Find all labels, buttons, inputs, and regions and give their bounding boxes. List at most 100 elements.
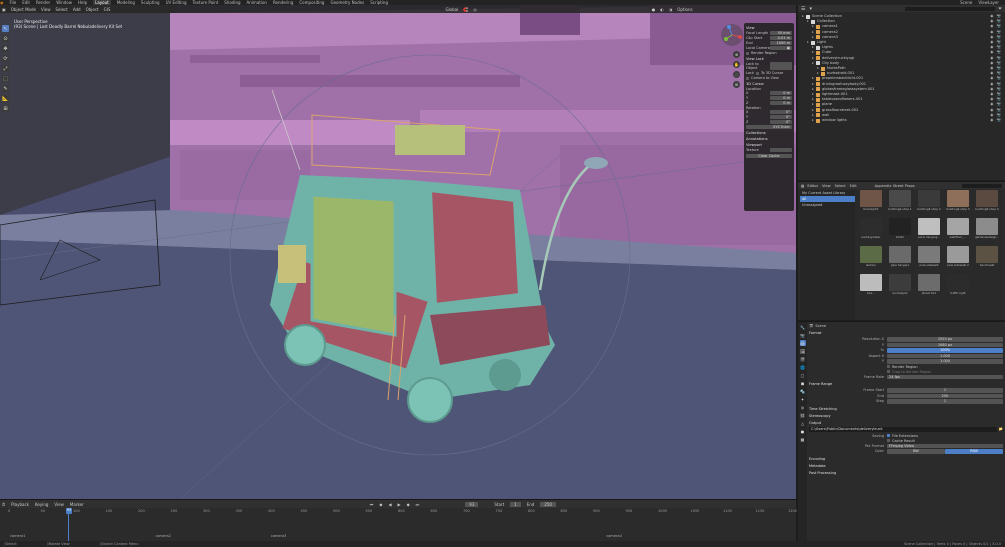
- output-panel-header[interactable]: Output: [809, 421, 1003, 425]
- mode-selector[interactable]: Object Mode: [11, 7, 36, 12]
- start-frame-field[interactable]: 1: [510, 501, 521, 507]
- add-cube-tool-icon[interactable]: ⊞: [2, 105, 9, 112]
- asset-tile[interactable]: building5-shop 4: [974, 190, 1000, 216]
- asset-tile[interactable]: bin01: [887, 218, 913, 244]
- frame-range-header[interactable]: Frame Range: [809, 382, 1003, 386]
- lock-object-field[interactable]: [770, 62, 792, 70]
- object-tab-icon[interactable]: ◼: [800, 380, 806, 386]
- asset-tile[interactable]: benchseat: [974, 246, 1000, 272]
- view-panel-header[interactable]: View: [746, 26, 792, 30]
- color-bw-button[interactable]: BW: [887, 449, 945, 454]
- pan-hand-icon[interactable]: ✋: [733, 61, 740, 68]
- marker-camera1[interactable]: camera1: [10, 534, 25, 538]
- shading-material-icon[interactable]: ◐: [660, 7, 664, 12]
- expand-arrow-icon[interactable]: ▸: [812, 35, 815, 40]
- menu-playback[interactable]: Playback: [11, 502, 29, 507]
- menu-select[interactable]: Select: [55, 7, 67, 12]
- cursor-panel-header[interactable]: 3D Cursor: [746, 82, 792, 86]
- annotate-tool-icon[interactable]: ✎: [2, 85, 9, 92]
- clear-cache-button[interactable]: Clear Cache: [746, 154, 792, 158]
- aspect-y-field[interactable]: 1.000: [887, 359, 1003, 364]
- asset-tile[interactable]: box...: [858, 274, 884, 300]
- outliner-editor-icon[interactable]: ☰: [801, 6, 805, 12]
- play-icon[interactable]: ▶: [398, 502, 401, 507]
- aspect-x-field[interactable]: 1.000: [887, 353, 1003, 358]
- cursor-y-field[interactable]: 0 m: [770, 96, 792, 100]
- move-tool-icon[interactable]: ✥: [2, 45, 9, 52]
- collections-header[interactable]: Collections: [746, 131, 792, 135]
- file-ext-checkbox[interactable]: [887, 434, 890, 437]
- prev-key-icon[interactable]: ◆: [379, 502, 382, 507]
- asset-tile[interactable]: building4-shop 3: [945, 190, 971, 216]
- timeline-editor[interactable]: ⏱ Playback Keying View Marker ⏮ ◆ ◀ ▶ ◆ …: [0, 499, 797, 541]
- measure-tool-icon[interactable]: 📐: [2, 95, 9, 102]
- asset-tile[interactable]: pole sidewalk: [916, 246, 942, 272]
- expand-arrow-icon[interactable]: ▸: [807, 19, 810, 24]
- menu-gis[interactable]: GIS: [104, 7, 111, 12]
- frame-end-field[interactable]: 250: [887, 393, 1003, 398]
- marker-camera4[interactable]: camera4: [606, 534, 621, 538]
- expand-arrow-icon[interactable]: ▸: [807, 40, 810, 45]
- display-mode-icon[interactable]: ▾: [809, 6, 812, 12]
- asset-menu-editor[interactable]: Editor: [807, 184, 818, 188]
- rotate-tool-icon[interactable]: ⟳: [2, 55, 9, 62]
- asset-tile[interactable]: pipe hangers: [887, 246, 913, 272]
- menu-view-timeline[interactable]: View: [54, 502, 64, 507]
- expand-arrow-icon[interactable]: ▸: [802, 14, 805, 19]
- marker-camera3[interactable]: camera3: [271, 534, 286, 538]
- annotations-header[interactable]: Annotations: [746, 137, 792, 141]
- modifier-tab-icon[interactable]: 🔩: [800, 388, 806, 394]
- asset-search-input[interactable]: [962, 183, 1002, 188]
- outliner-search-input[interactable]: [904, 6, 995, 11]
- visibility-icon[interactable]: ◉ 📷: [990, 118, 1002, 123]
- asset-tile[interactable]: blocks/p01: [858, 190, 884, 216]
- res-x-field[interactable]: 1920 px: [887, 337, 1003, 342]
- render-region-checkbox[interactable]: [746, 51, 749, 55]
- cursor-z-field[interactable]: 0 m: [770, 101, 792, 105]
- menu-view[interactable]: View: [41, 7, 51, 12]
- transform-orientation[interactable]: Global: [445, 7, 458, 12]
- asset-menu-view[interactable]: View: [822, 184, 831, 188]
- navigation-gizmo[interactable]: [720, 23, 744, 47]
- expand-arrow-icon[interactable]: ▸: [812, 61, 815, 66]
- select-tool-icon[interactable]: ↖: [2, 25, 9, 32]
- particles-tab-icon[interactable]: ✦: [800, 396, 806, 402]
- output-path-input[interactable]: C:\Users\Public\Documents\deliverytruck: [809, 426, 997, 432]
- transform-tool-icon[interactable]: ⬚: [2, 75, 9, 82]
- snap-icon[interactable]: 🧲: [463, 7, 468, 12]
- menu-keying[interactable]: Keying: [35, 502, 48, 507]
- metadata-header[interactable]: Metadata: [809, 464, 1003, 468]
- color-rgb-button[interactable]: RGB: [945, 449, 1003, 454]
- asset-library-selector[interactable]: Appendix Street Props: [875, 184, 915, 188]
- asset-menu-edit[interactable]: Edit: [850, 184, 857, 188]
- res-y-field[interactable]: 1080 px: [887, 342, 1003, 347]
- asset-tile[interactable]: parkingmeter: [858, 218, 884, 244]
- scale-tool-icon[interactable]: ⤢: [2, 65, 9, 72]
- jump-start-icon[interactable]: ⏮: [370, 502, 374, 507]
- cursor-tool-icon[interactable]: ⊙: [2, 35, 9, 42]
- shading-rendered-icon[interactable]: ◑: [669, 7, 673, 12]
- scene-tab-icon[interactable]: 🎬: [800, 356, 806, 362]
- asset-tile[interactable]: paris hanging...: [916, 218, 942, 244]
- proportional-edit-icon[interactable]: ◎: [473, 7, 477, 12]
- texture-field[interactable]: [770, 148, 792, 152]
- asset-tile[interactable]: pole sidewalk 2: [945, 246, 971, 272]
- rot-z-field[interactable]: 0°: [770, 120, 792, 124]
- menu-object[interactable]: Object: [86, 7, 99, 12]
- material-tab-icon[interactable]: ●: [800, 428, 806, 434]
- outliner-item[interactable]: ▸ window lights ◉ 📷: [802, 118, 1002, 123]
- step-field[interactable]: 1: [887, 399, 1003, 404]
- shading-solid-icon[interactable]: ●: [652, 7, 656, 12]
- asset-tile[interactable]: gardenwallsign...: [974, 218, 1000, 244]
- physics-tab-icon[interactable]: ◎: [800, 404, 806, 410]
- tool-tab-icon[interactable]: 🔧: [800, 324, 806, 330]
- view-lock-header[interactable]: View Lock: [746, 57, 792, 61]
- asset-tile[interactable]: building3-shop 2: [916, 190, 942, 216]
- catalog-unassigned[interactable]: Unassigned: [800, 202, 855, 208]
- camera-to-view-checkbox[interactable]: [746, 76, 749, 80]
- asset-tile[interactable]: wall/floor_...: [945, 218, 971, 244]
- menu-add[interactable]: Add: [73, 7, 81, 12]
- play-reverse-icon[interactable]: ◀: [388, 502, 391, 507]
- world-tab-icon[interactable]: 🌐: [800, 364, 806, 370]
- asset-tile[interactable]: building2-shop 1: [887, 190, 913, 216]
